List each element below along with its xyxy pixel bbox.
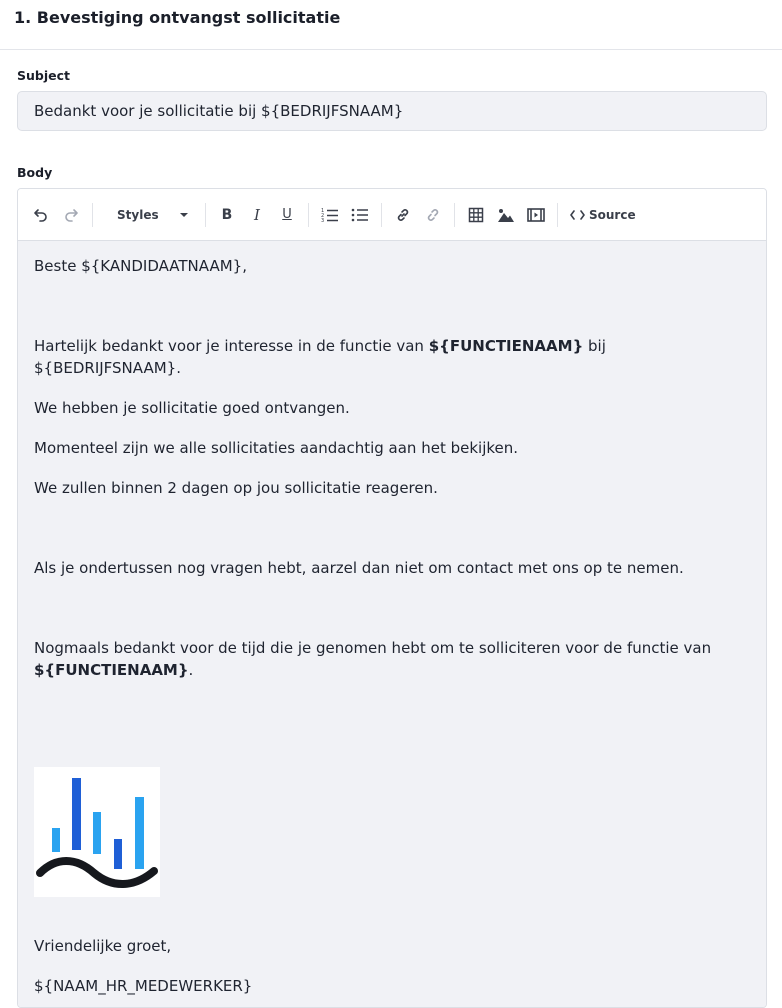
company-logo — [34, 767, 160, 897]
styles-dropdown-label: Styles — [117, 207, 159, 222]
svg-text:3: 3 — [321, 218, 324, 223]
link-icon — [397, 208, 409, 221]
underline-button[interactable]: U — [272, 200, 302, 230]
chevron-down-icon — [180, 212, 188, 217]
italic-icon: I — [254, 205, 260, 224]
redo-button[interactable] — [56, 200, 86, 230]
toolbar-divider — [308, 202, 309, 227]
undo-button[interactable] — [26, 200, 56, 230]
code-icon — [570, 209, 585, 220]
source-label: Source — [589, 207, 636, 222]
source-button[interactable]: Source — [564, 200, 642, 230]
table-icon — [468, 207, 484, 222]
bold-icon: B — [221, 206, 233, 223]
italic-button[interactable]: I — [242, 200, 272, 230]
paragraph-interest: Hartelijk bedankt voor je interesse in d… — [34, 337, 606, 377]
paragraph-reviewing: Momenteel zijn we alle sollicitaties aan… — [34, 439, 519, 457]
toolbar-divider — [454, 202, 455, 227]
paragraph-contact: Als je ondertussen nog vragen hebt, aarz… — [34, 559, 684, 577]
rich-text-editor: Styles B I U 123 Source Beste ${KANDIDAA… — [17, 188, 767, 1008]
paragraph-received: We hebben je sollicitatie goed ontvangen… — [34, 399, 350, 417]
editor-toolbar: Styles B I U 123 Source — [18, 189, 766, 241]
paragraph-response-time: We zullen binnen 2 dagen op jou sollicit… — [34, 479, 438, 497]
bulleted-list-icon — [351, 208, 368, 221]
closing-text: Vriendelijke groet, — [34, 937, 172, 955]
styles-dropdown[interactable]: Styles — [99, 200, 199, 230]
video-icon — [527, 207, 545, 222]
editor-content[interactable]: Beste ${KANDIDAATNAAM}, Hartelijk bedank… — [18, 241, 766, 1007]
image-icon — [498, 208, 514, 222]
signature-text: ${NAAM_HR_MEDEWERKER} — [34, 977, 253, 995]
section-header: 1. Bevestiging ontvangst sollicitatie — [0, 0, 782, 50]
functienaam-placeholder: ${FUNCTIENAAM} — [34, 661, 189, 679]
bulleted-list-button[interactable] — [345, 200, 375, 230]
bold-button[interactable]: B — [212, 200, 242, 230]
subject-label: Subject — [17, 68, 70, 83]
body-label: Body — [17, 165, 53, 180]
link-button[interactable] — [388, 200, 418, 230]
underline-icon: U — [282, 207, 292, 222]
section-title: 1. Bevestiging ontvangst sollicitatie — [14, 8, 341, 27]
image-button[interactable] — [491, 200, 521, 230]
paragraph-thanks: Nogmaals bedankt voor de tijd die je gen… — [34, 639, 712, 679]
redo-icon — [65, 208, 78, 222]
numbered-list-button[interactable]: 123 — [315, 200, 345, 230]
table-button[interactable] — [461, 200, 491, 230]
unlink-icon — [427, 208, 439, 221]
undo-icon — [34, 208, 47, 222]
toolbar-divider — [557, 202, 558, 227]
functienaam-placeholder: ${FUNCTIENAAM} — [428, 337, 584, 355]
greeting-text: Beste ${KANDIDAATNAAM}, — [34, 257, 247, 275]
numbered-list-icon: 123 — [321, 208, 338, 223]
unlink-button[interactable] — [418, 200, 448, 230]
toolbar-divider — [381, 202, 382, 227]
toolbar-divider — [92, 202, 93, 227]
video-button[interactable] — [521, 200, 551, 230]
toolbar-divider — [205, 202, 206, 227]
subject-input[interactable] — [17, 91, 767, 131]
